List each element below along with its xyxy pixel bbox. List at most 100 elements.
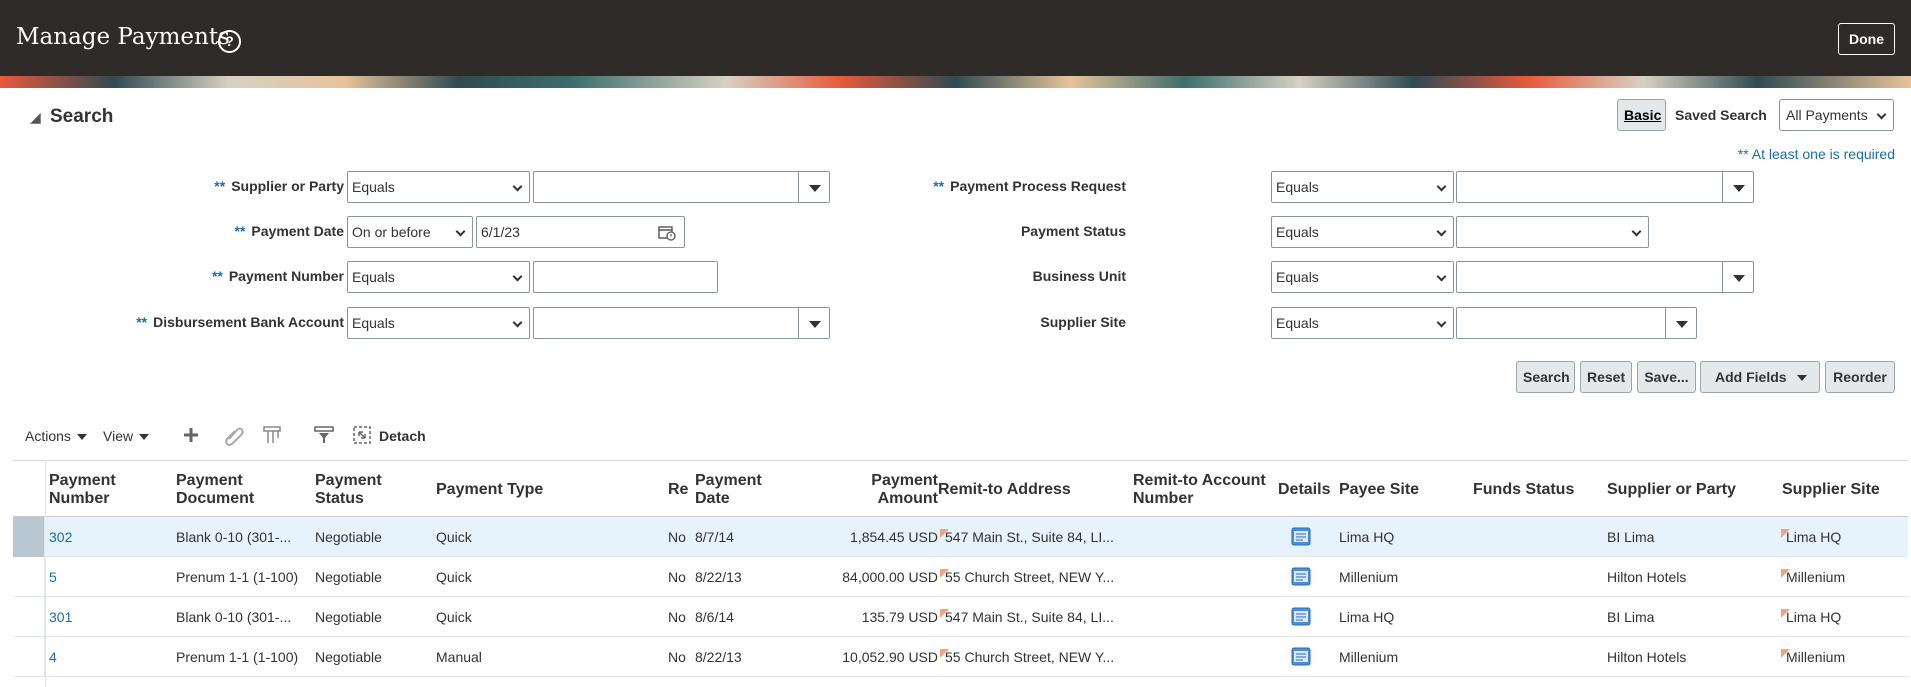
payment-status-cell: Negotiable — [315, 529, 382, 545]
remit-address-cell: 55 Church Street, NEW Y... — [945, 569, 1115, 585]
payment-status-select[interactable] — [1456, 216, 1649, 248]
detach-button[interactable]: Detach — [379, 428, 426, 444]
details-icon[interactable] — [1291, 607, 1311, 626]
ppr-input[interactable] — [1456, 171, 1754, 203]
table-row[interactable]: 5 Prenum 1-1 (1-100) Negotiable Quick No… — [13, 557, 1908, 597]
column-header-re[interactable]: Re — [668, 481, 688, 499]
help-icon[interactable]: ? — [218, 30, 241, 53]
table-row[interactable]: 4 Prenum 1-1 (1-100) Negotiable Manual N… — [13, 637, 1908, 677]
required-mark: ** — [136, 314, 148, 330]
add-icon[interactable] — [180, 424, 202, 446]
row-selector[interactable] — [13, 557, 45, 597]
column-header-funds-status[interactable]: Funds Status — [1473, 481, 1574, 499]
actions-menu[interactable]: Actions — [25, 428, 87, 444]
business-unit-lov-button[interactable] — [1722, 262, 1753, 292]
payment-number-link[interactable]: 5 — [49, 569, 159, 585]
column-header-payment-amount[interactable]: Payment Amount — [843, 472, 938, 508]
column-header-supplier-or-party[interactable]: Supplier or Party — [1607, 481, 1736, 499]
bank-account-operator-select[interactable]: Equals — [347, 307, 530, 339]
chevron-down-icon — [1436, 271, 1447, 282]
add-fields-button[interactable]: Add Fields — [1700, 361, 1820, 393]
supplier-input[interactable] — [533, 171, 830, 203]
save-button[interactable]: Save... — [1637, 361, 1696, 393]
row-selector[interactable] — [13, 517, 45, 557]
supplier-site-lov-button[interactable] — [1665, 308, 1696, 338]
field-payment-status: Payment Status Equals — [860, 216, 1860, 248]
table-header-row: Payment Number Payment Document Payment … — [13, 460, 1908, 517]
payment-amount-cell: 84,000.00 USD — [842, 569, 938, 585]
payment-status-cell: Negotiable — [315, 649, 382, 665]
details-icon[interactable] — [1291, 567, 1311, 586]
search-button[interactable]: Search — [1516, 361, 1575, 393]
bank-account-input[interactable] — [533, 307, 830, 339]
supplier-operator-select[interactable]: Equals — [347, 171, 530, 203]
details-icon[interactable] — [1291, 647, 1311, 666]
bank-account-lov-button[interactable] — [798, 308, 829, 338]
column-header-supplier-site[interactable]: Supplier Site — [1782, 481, 1880, 499]
collapse-triangle-icon[interactable]: ◢ — [30, 109, 41, 126]
required-mark: ** — [234, 223, 246, 239]
payment-document-cell: Blank 0-10 (301-... — [176, 609, 292, 625]
business-unit-operator-select[interactable]: Equals — [1271, 261, 1454, 293]
payment-number-link[interactable]: 301 — [49, 609, 159, 625]
reorder-button[interactable]: Reorder — [1825, 361, 1895, 393]
re-cell: No — [668, 529, 686, 545]
column-header-payment-document[interactable]: Payment Document — [176, 472, 276, 508]
payee-site-cell: Millenium — [1339, 649, 1399, 665]
filter-icon[interactable] — [313, 424, 335, 446]
column-header-remit-to-account-number[interactable]: Remit-to Account Number — [1133, 472, 1273, 508]
business-unit-input[interactable] — [1456, 261, 1754, 293]
payment-type-cell: Quick — [436, 529, 472, 545]
payment-number-operator-select[interactable]: Equals — [347, 261, 530, 293]
details-icon[interactable] — [1291, 527, 1311, 546]
column-header-payee-site[interactable]: Payee Site — [1339, 481, 1419, 499]
payee-site-cell: Lima HQ — [1339, 529, 1395, 545]
done-button[interactable]: Done — [1838, 23, 1895, 55]
reset-button[interactable]: Reset — [1580, 361, 1632, 393]
ppr-operator-select[interactable]: Equals — [1271, 171, 1454, 203]
payment-type-cell: Quick — [436, 569, 472, 585]
saved-search-select[interactable]: All Payments — [1779, 99, 1894, 131]
supplier-site-input[interactable] — [1456, 307, 1697, 339]
payment-status-operator-select[interactable]: Equals — [1271, 216, 1454, 248]
column-header-details[interactable]: Details — [1278, 481, 1330, 499]
payment-document-cell: Prenum 1-1 (1-100) — [176, 569, 299, 585]
detach-icon[interactable] — [351, 424, 373, 446]
column-header-remit-to-address[interactable]: Remit-to Address — [938, 481, 1071, 499]
payment-date-input[interactable]: 6/1/23 — [476, 216, 685, 248]
table-row[interactable]: 302 Blank 0-10 (301-... Negotiable Quick… — [13, 517, 1908, 557]
row-selector[interactable] — [13, 597, 45, 637]
payment-date-cell: 8/22/13 — [695, 649, 742, 665]
attachment-icon[interactable] — [223, 424, 245, 446]
calendar-icon[interactable] — [658, 224, 676, 241]
basic-button[interactable]: Basic — [1617, 99, 1666, 131]
remit-address-cell: 547 Main St., Suite 84, LI... — [945, 529, 1114, 545]
column-header-payment-date[interactable]: Payment Date — [695, 472, 775, 508]
payment-date-operator-select[interactable]: On or before — [347, 216, 473, 248]
dropdown-triangle-icon — [809, 321, 821, 328]
payee-site-cell: Lima HQ — [1339, 609, 1395, 625]
supplier-cell: Hilton Hotels — [1607, 569, 1687, 585]
supplier-site-operator-select[interactable]: Equals — [1271, 307, 1454, 339]
page-title: Manage Payments — [16, 24, 230, 50]
payment-number-input[interactable] — [533, 261, 718, 293]
saved-search-label: Saved Search — [1675, 107, 1767, 123]
freeze-columns-icon[interactable] — [262, 424, 284, 446]
column-header-payment-number[interactable]: Payment Number — [49, 472, 159, 508]
dropdown-triangle-icon — [1676, 321, 1688, 328]
payment-number-link[interactable]: 4 — [49, 649, 159, 665]
required-mark: ** — [211, 268, 223, 284]
supplier-lov-button[interactable] — [798, 172, 829, 202]
supplier-site-cell: Lima HQ — [1786, 529, 1842, 545]
column-header-payment-status[interactable]: Payment Status — [315, 472, 405, 508]
table-row[interactable]: 301 Blank 0-10 (301-... Negotiable Quick… — [13, 597, 1908, 637]
view-menu[interactable]: View — [103, 428, 150, 444]
row-selector[interactable] — [13, 637, 45, 677]
payment-document-cell: Blank 0-10 (301-... — [176, 529, 292, 545]
payment-number-link[interactable]: 302 — [49, 529, 159, 545]
ppr-lov-button[interactable] — [1722, 172, 1753, 202]
dropdown-triangle-icon — [1733, 275, 1745, 282]
column-header-payment-type[interactable]: Payment Type — [436, 481, 543, 499]
dropdown-triangle-icon — [139, 434, 150, 441]
chevron-down-icon — [1436, 226, 1447, 237]
